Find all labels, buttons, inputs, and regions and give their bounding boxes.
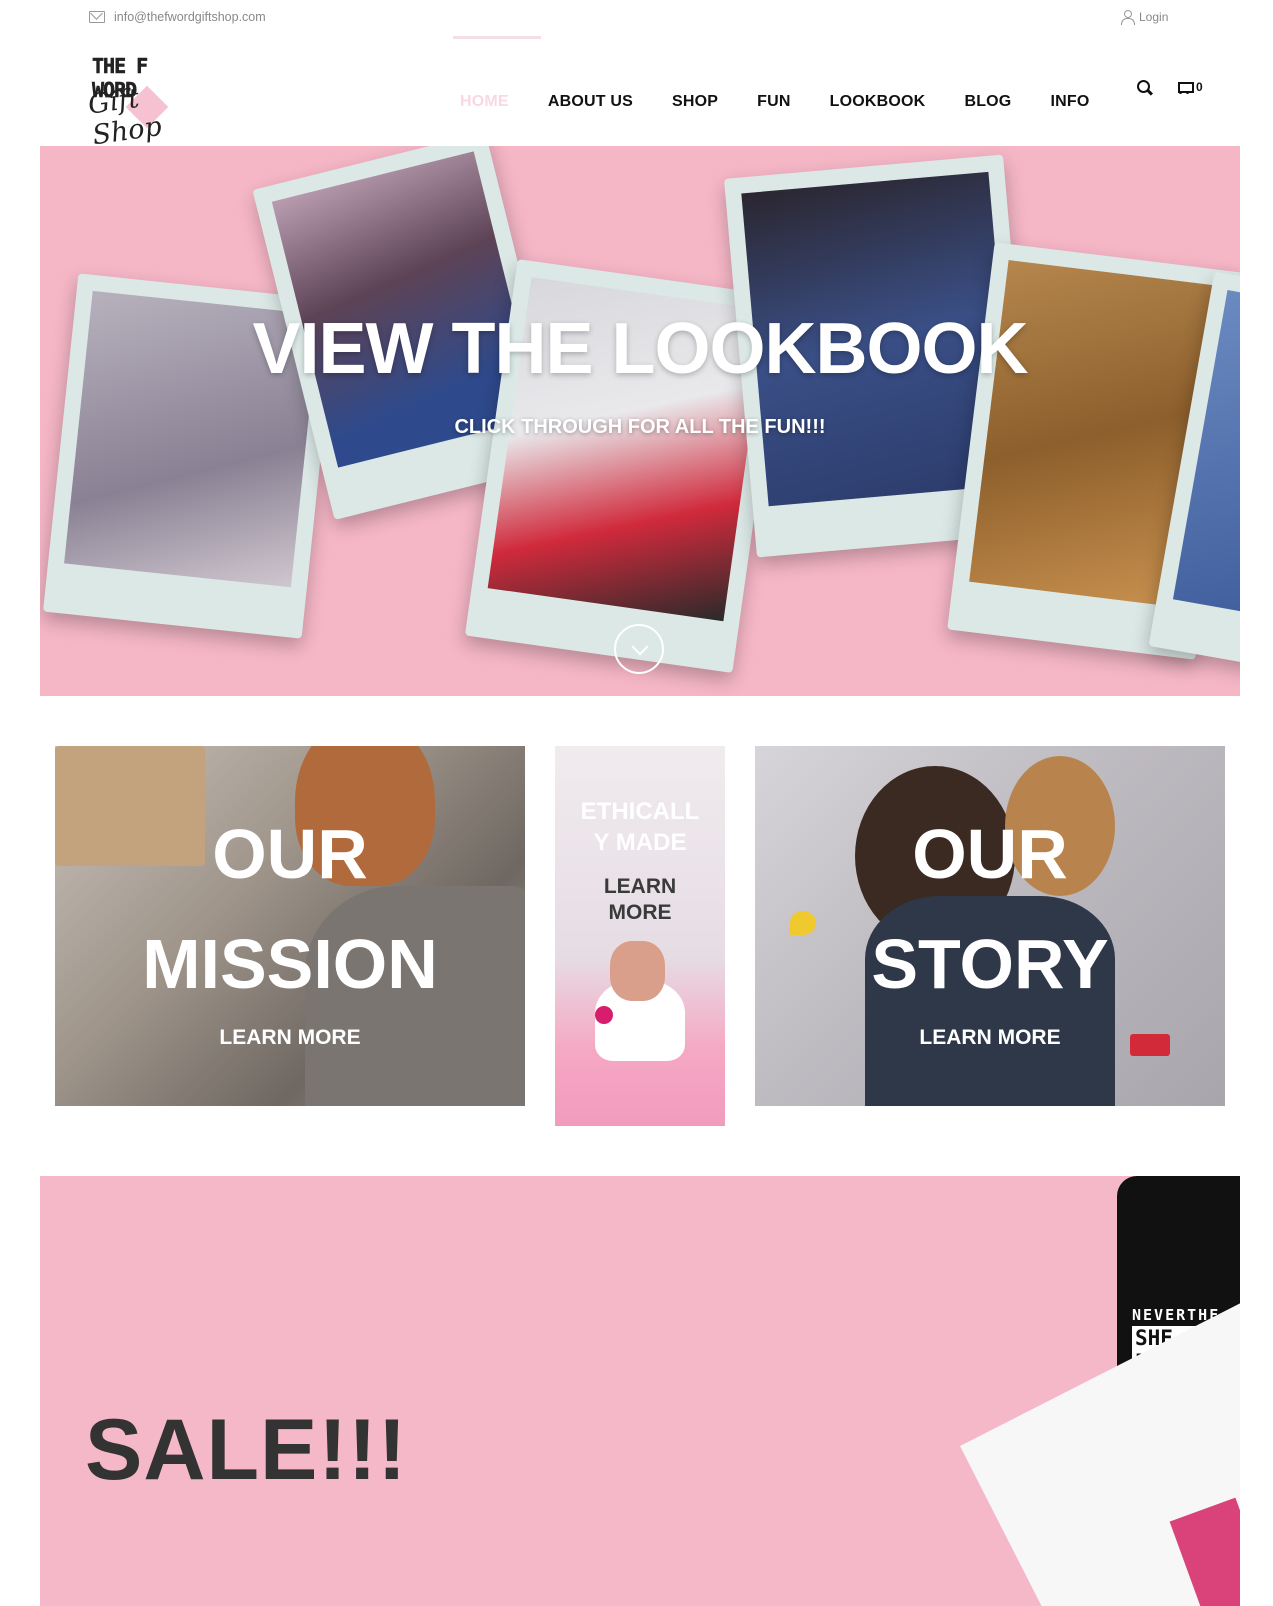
cart-icon [1176, 80, 1194, 94]
ethically-made-title: ETHICALL Y MADE [565, 796, 715, 858]
mission-learn-more[interactable]: LEARN MORE [55, 1026, 525, 1050]
user-icon [1121, 10, 1135, 25]
top-bar: info@thefwordgiftshop.com Login [0, 0, 1273, 36]
ethically-made-learn-line-1: LEARN [603, 875, 677, 898]
sale-banner[interactable]: NEVERTHE SHE PERSI SALE!!! [40, 1176, 1240, 1606]
sale-title: SALE!!! [85, 1402, 408, 1498]
nav-home[interactable]: HOME [460, 71, 509, 111]
hero-subtitle: CLICK THROUGH FOR ALL THE FUN!!! [454, 416, 826, 438]
site-logo[interactable]: THE F WORD Gift Shop [86, 48, 200, 151]
contact-email-text[interactable]: info@thefwordgiftshop.com [114, 10, 266, 24]
nav-about-us[interactable]: ABOUT US [548, 71, 633, 111]
story-tile[interactable]: OUR STORY LEARN MORE [755, 746, 1225, 1106]
nav-info[interactable]: INFO [1050, 71, 1089, 111]
ethically-made-tile[interactable]: ETHICALL Y MADE LEARN MORE [555, 746, 725, 1126]
hero-banner[interactable]: VIEW THE LOOKBOOK CLICK THROUGH FOR ALL … [40, 146, 1240, 696]
main-nav: HOME ABOUT US SHOP FUN LOOKBOOK BLOG INF… [453, 36, 1129, 146]
cart-button[interactable]: 0 [1176, 80, 1203, 94]
story-learn-more[interactable]: LEARN MORE [755, 1026, 1225, 1050]
ethically-made-title-line-2: Y MADE [593, 829, 687, 856]
nav-fun[interactable]: FUN [757, 71, 790, 111]
login-label[interactable]: Login [1139, 10, 1168, 24]
ethically-made-learn-line-2: MORE [608, 901, 672, 924]
search-icon[interactable] [1137, 80, 1153, 96]
nav-blog[interactable]: BLOG [964, 71, 1011, 111]
decor-shape [595, 1006, 613, 1024]
mail-icon [89, 11, 105, 23]
active-nav-indicator [453, 36, 541, 39]
ethically-made-title-line-1: ETHICALL [580, 798, 700, 825]
contact-email[interactable]: info@thefwordgiftshop.com [89, 10, 266, 24]
story-title-line-1: OUR [912, 815, 1068, 893]
cart-count: 0 [1196, 80, 1203, 94]
scroll-down-chevron-icon[interactable] [614, 624, 664, 674]
mission-title-line-1: OUR [212, 815, 368, 893]
login-link[interactable]: Login [1121, 10, 1168, 25]
site-header: THE F WORD Gift Shop HOME ABOUT US SHOP … [0, 36, 1273, 151]
nav-shop[interactable]: SHOP [672, 71, 718, 111]
ethically-made-learn-more[interactable]: LEARN MORE [565, 874, 715, 926]
story-title-line-2: STORY [871, 925, 1109, 1003]
nav-lookbook[interactable]: LOOKBOOK [830, 71, 926, 111]
hero-title: VIEW THE LOOKBOOK [252, 309, 1029, 389]
mission-tile[interactable]: OUR MISSION LEARN MORE [55, 746, 525, 1106]
mission-title-line-2: MISSION [142, 925, 438, 1003]
decor-shape [610, 941, 665, 1001]
